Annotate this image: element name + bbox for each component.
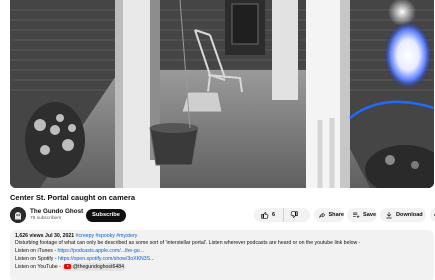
portal-glow	[384, 21, 432, 89]
like-count: 6	[272, 212, 276, 218]
spotify-label: Listen on Spotify -	[15, 256, 58, 262]
download-icon	[386, 212, 392, 219]
save-playlist-icon	[353, 212, 360, 218]
youtube-label: Listen on YouTube -	[15, 264, 63, 270]
dislike-button[interactable]	[284, 208, 298, 222]
itunes-line: Listen on iTunes - https://podcasts.appl…	[15, 247, 429, 255]
like-button[interactable]: 6	[254, 208, 284, 222]
avatar[interactable]	[10, 207, 26, 223]
download-button[interactable]: Download	[380, 208, 426, 222]
like-dislike-group: 6	[254, 208, 310, 222]
channel-row: The Gundo Ghost 78 subscribers Subscribe…	[10, 206, 435, 224]
share-button[interactable]: Share	[314, 208, 344, 222]
spotify-line: Listen on Spotify - https://open.spotify…	[15, 255, 429, 263]
share-label: Share	[328, 212, 344, 218]
subscribe-button[interactable]: Subscribe	[86, 209, 127, 222]
download-label: Download	[396, 212, 423, 218]
itunes-label: Listen on iTunes -	[15, 248, 58, 254]
spotify-link[interactable]: https://open.spotify.com/show/3oXKN3S...	[58, 256, 155, 262]
video-player[interactable]	[10, 0, 434, 188]
share-arrow-icon	[319, 212, 326, 218]
channel-name[interactable]: The Gundo Ghost	[30, 208, 83, 215]
video-title: Center St. Portal caught on camera	[10, 193, 136, 202]
video-frame	[10, 0, 434, 188]
description-text: Disturbing footage of what can only be d…	[15, 240, 361, 246]
description-box[interactable]: 1,626 views Jul 30, 2021 #creepy #spooky…	[10, 230, 434, 280]
thumbs-down-icon	[290, 211, 298, 218]
ghost-avatar-icon	[10, 207, 26, 223]
save-button[interactable]: Save	[347, 208, 377, 222]
youtube-handle: @thegundoghost6484	[72, 264, 124, 270]
youtube-line: Listen on YouTube - @thegundoghost6484	[15, 263, 429, 271]
more-actions-button[interactable]	[430, 208, 435, 222]
youtube-handle-chip[interactable]: @thegundoghost6484	[62, 263, 126, 271]
youtube-logo-icon	[64, 264, 72, 270]
subscriber-count: 78 subscribers	[30, 216, 62, 221]
thumbs-up-icon	[261, 212, 269, 219]
save-label: Save	[363, 212, 377, 218]
itunes-link[interactable]: https://podcasts.apple.com/...the-gu...	[57, 248, 144, 254]
